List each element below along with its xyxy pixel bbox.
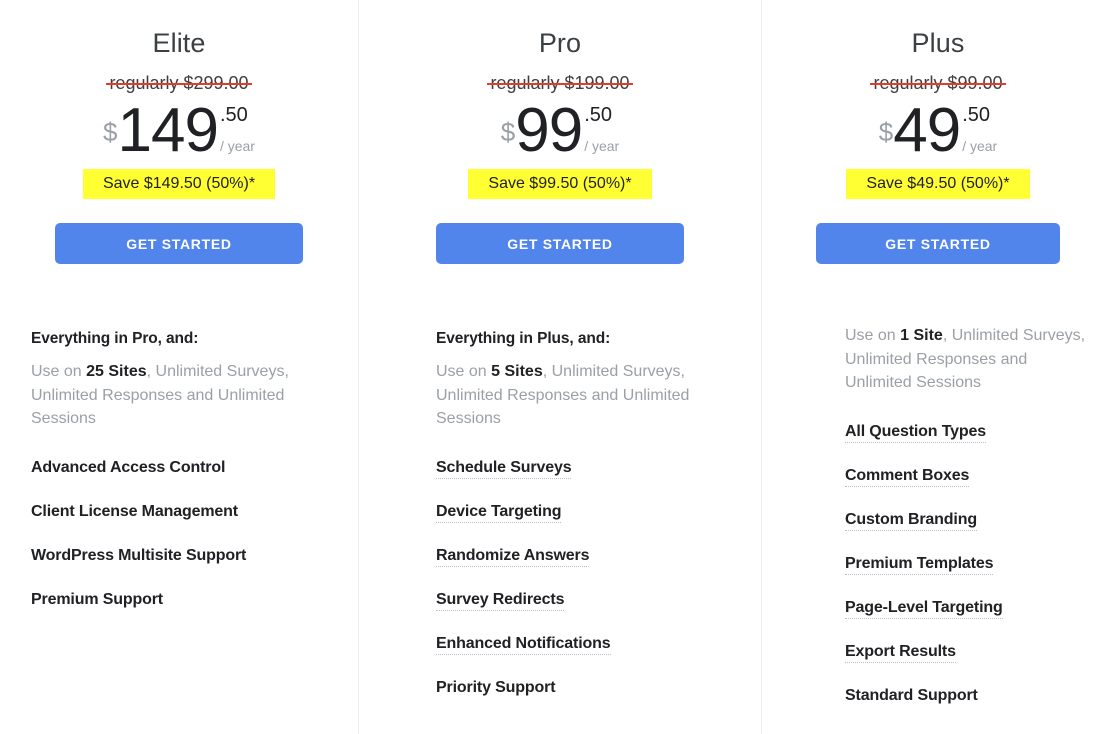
feature-label[interactable]: Enhanced Notifications (436, 634, 611, 655)
feature-label[interactable]: Randomize Answers (436, 546, 589, 567)
feature-item: WordPress Multisite Support (31, 546, 338, 566)
plan-header-elite: Elite regularly $299.00 $ 149 .50 / year… (0, 0, 358, 264)
get-started-button-plus[interactable]: GET STARTED (816, 223, 1060, 264)
plan-column-elite: Elite regularly $299.00 $ 149 .50 / year… (0, 0, 358, 734)
feature-label[interactable]: Custom Branding (845, 510, 977, 531)
strikethrough-line (487, 83, 633, 86)
feature-label[interactable]: Schedule Surveys (436, 458, 572, 479)
features-summary: Use on 5 Sites, Unlimited Surveys, Unlim… (436, 360, 696, 431)
price-amount: 149 (117, 96, 219, 165)
summary-sites-count: 1 Site (900, 327, 943, 344)
price-cents: .50 (584, 104, 613, 126)
feature-item: Device Targeting (436, 502, 741, 523)
feature-label[interactable]: Export Results (845, 642, 956, 663)
summary-prefix: Use on (31, 363, 87, 380)
features-plus: Use on 1 Site, Unlimited Surveys, Unlimi… (762, 324, 1114, 706)
strikethrough-line (870, 83, 1006, 86)
feature-label: Priority Support (436, 678, 556, 696)
get-started-button-pro[interactable]: GET STARTED (436, 223, 684, 264)
feature-label: Client License Management (31, 502, 238, 520)
feature-label[interactable]: Device Targeting (436, 502, 561, 523)
feature-item: Enhanced Notifications (436, 634, 741, 655)
price-cents: .50 (962, 104, 991, 126)
regular-price: regularly $99.00 (870, 71, 1006, 95)
features-summary: Use on 25 Sites, Unlimited Surveys, Unli… (31, 360, 291, 431)
feature-list: Advanced Access Control Client License M… (31, 458, 338, 610)
feature-item: Premium Support (31, 590, 338, 610)
regular-price: regularly $199.00 (487, 71, 633, 95)
feature-item: Premium Templates (845, 554, 1094, 575)
feature-item: Survey Redirects (436, 590, 741, 611)
feature-label[interactable]: Page-Level Targeting (845, 598, 1003, 619)
feature-list: All Question Types Comment Boxes Custom … (845, 422, 1094, 706)
feature-label[interactable]: Premium Templates (845, 554, 993, 575)
save-badge-wrap: Save $49.50 (50%)* (762, 169, 1114, 199)
price-amount: 99 (515, 96, 583, 165)
feature-label: Premium Support (31, 590, 163, 608)
summary-sites-count: 25 Sites (86, 363, 147, 380)
save-badge-wrap: Save $149.50 (50%)* (0, 169, 358, 199)
feature-item: Comment Boxes (845, 466, 1094, 487)
features-elite: Everything in Pro, and: Use on 25 Sites,… (0, 329, 358, 610)
price-side: .50 / year (962, 102, 997, 154)
currency-symbol: $ (103, 117, 118, 147)
strikethrough-line (106, 83, 252, 86)
feature-list: Schedule Surveys Device Targeting Random… (436, 458, 741, 698)
price-row: $ 149 .50 / year (0, 96, 358, 165)
price-row: $ 49 .50 / year (762, 96, 1114, 165)
features-pro: Everything in Plus, and: Use on 5 Sites,… (359, 329, 761, 698)
feature-item: Page-Level Targeting (845, 598, 1094, 619)
feature-label: Advanced Access Control (31, 458, 226, 476)
plan-title: Pro (538, 28, 582, 58)
plan-column-pro: Pro regularly $199.00 $ 99 .50 / year Sa… (358, 0, 762, 734)
summary-prefix: Use on (845, 327, 901, 344)
summary-prefix: Use on (436, 363, 492, 380)
plan-title: Plus (911, 28, 965, 58)
features-heading: Everything in Pro, and: (31, 330, 199, 347)
summary-sites-count: 5 Sites (491, 363, 543, 380)
feature-item: Priority Support (436, 678, 741, 698)
feature-item: Standard Support (845, 686, 1094, 706)
feature-label[interactable]: Comment Boxes (845, 466, 969, 487)
price-period: / year (219, 138, 255, 154)
feature-label: Standard Support (845, 686, 978, 704)
feature-item: Schedule Surveys (436, 458, 741, 479)
feature-item: All Question Types (845, 422, 1094, 443)
cta-wrap: GET STARTED (0, 223, 358, 264)
price-row: $ 99 .50 / year (359, 96, 761, 165)
price-period: / year (584, 138, 620, 154)
save-badge: Save $49.50 (50%)* (846, 169, 1030, 199)
save-badge: Save $99.50 (50%)* (468, 169, 652, 199)
currency-symbol: $ (878, 117, 894, 147)
save-badge: Save $149.50 (50%)* (82, 169, 276, 199)
price-cents: .50 (219, 104, 248, 126)
feature-label: WordPress Multisite Support (31, 546, 247, 564)
feature-item: Client License Management (31, 502, 338, 522)
plan-column-plus: Plus regularly $99.00 $ 49 .50 / year Sa… (762, 0, 1114, 734)
cta-wrap: GET STARTED (359, 223, 761, 264)
feature-item: Custom Branding (845, 510, 1094, 531)
regular-price: regularly $299.00 (106, 71, 252, 95)
price-side: .50 / year (584, 102, 619, 154)
plan-header-plus: Plus regularly $99.00 $ 49 .50 / year Sa… (762, 0, 1114, 264)
currency-symbol: $ (500, 117, 516, 147)
feature-label[interactable]: All Question Types (845, 422, 986, 443)
price-amount: 49 (893, 96, 961, 165)
price-side: .50 / year (220, 102, 255, 154)
pricing-table: Elite regularly $299.00 $ 149 .50 / year… (0, 0, 1116, 734)
get-started-button-elite[interactable]: GET STARTED (55, 223, 303, 264)
features-heading: Everything in Plus, and: (436, 330, 611, 347)
feature-item: Randomize Answers (436, 546, 741, 567)
save-badge-wrap: Save $99.50 (50%)* (359, 169, 761, 199)
feature-label[interactable]: Survey Redirects (436, 590, 564, 611)
plan-header-pro: Pro regularly $199.00 $ 99 .50 / year Sa… (359, 0, 761, 264)
feature-item: Advanced Access Control (31, 458, 338, 478)
cta-wrap: GET STARTED (762, 223, 1114, 264)
features-summary: Use on 1 Site, Unlimited Surveys, Unlimi… (845, 324, 1094, 395)
feature-item: Export Results (845, 642, 1094, 663)
price-period: / year (962, 138, 998, 154)
plan-title: Elite (152, 28, 206, 58)
